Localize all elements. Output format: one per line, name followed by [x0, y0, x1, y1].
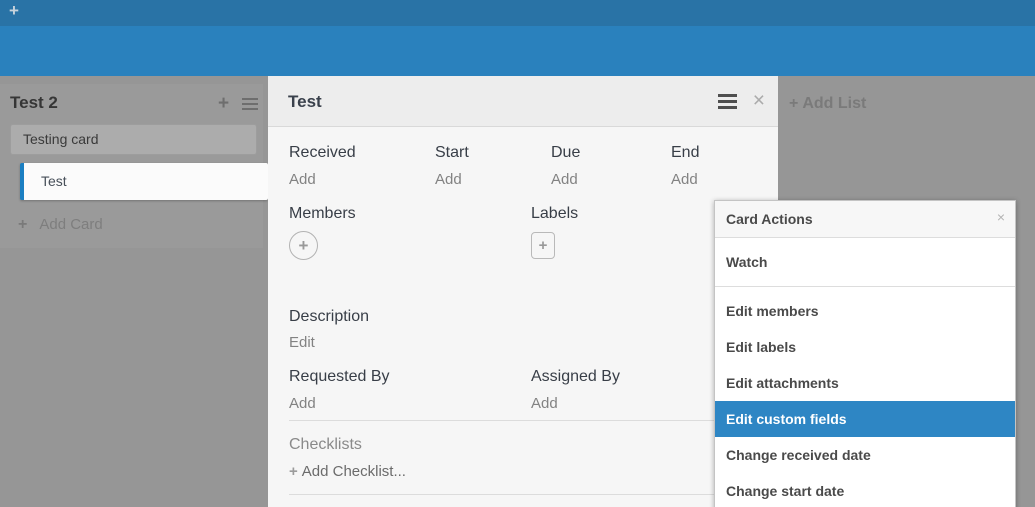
requested-by-label: Requested By	[289, 368, 531, 386]
plus-icon: +	[789, 95, 798, 112]
list-menu-icon[interactable]	[242, 98, 258, 110]
close-icon[interactable]: ×	[753, 90, 765, 112]
plus-icon: +	[289, 463, 298, 480]
menu-item-edit-labels[interactable]: Edit labels	[715, 329, 1015, 365]
description-label: Description	[289, 308, 757, 326]
date-fields-row: Received Add Start Add Due Add End Add	[289, 144, 757, 188]
card-detail-body: Received Add Start Add Due Add End Add	[268, 144, 778, 495]
checklists-label: Checklists	[289, 436, 757, 454]
end-add-link[interactable]: Add	[671, 171, 757, 188]
add-list-label: Add List	[802, 95, 866, 112]
card-actions-menu: Card Actions × Watch Edit members Edit l…	[714, 200, 1016, 507]
divider	[289, 494, 757, 495]
members-section: Members +	[289, 205, 531, 260]
card-detail-header: Test ×	[268, 76, 778, 127]
add-label-button[interactable]: +	[531, 232, 555, 259]
add-checklist-link[interactable]: +Add Checklist...	[289, 463, 757, 480]
description-edit-link[interactable]: Edit	[289, 334, 757, 351]
add-board-icon[interactable]: +	[9, 1, 19, 21]
menu-item-watch[interactable]: Watch	[715, 238, 1015, 287]
top-navigation-bar: +	[0, 0, 1035, 26]
add-card-button[interactable]: + Add Card	[18, 216, 103, 234]
close-icon[interactable]: ×	[997, 209, 1005, 225]
received-label: Received	[289, 144, 435, 162]
add-card-label: Add Card	[39, 216, 102, 233]
card-actions-title: Card Actions	[726, 201, 813, 238]
end-label: End	[671, 144, 757, 162]
start-label: Start	[435, 144, 551, 162]
list-title: Test 2	[10, 93, 58, 113]
checklists-section: Checklists +Add Checklist...	[289, 436, 757, 480]
card-test-selected[interactable]: Test	[20, 163, 268, 200]
start-add-link[interactable]: Add	[435, 171, 551, 188]
card-actions-menu-header: Card Actions ×	[715, 201, 1015, 238]
field-start: Start Add	[435, 144, 551, 188]
requested-assigned-row: Requested By Add Assigned By Add	[289, 368, 757, 412]
menu-item-edit-attachments[interactable]: Edit attachments	[715, 365, 1015, 401]
card-testing-card[interactable]: Testing card	[10, 124, 257, 155]
due-label: Due	[551, 144, 671, 162]
add-member-button[interactable]: +	[289, 231, 318, 260]
card-detail-modal: Test × Received Add Start Add Due Add	[268, 76, 778, 507]
board-area: Test 2 + Testing card Test +Add Card +Ad…	[0, 76, 1035, 507]
card-actions-menu-icon[interactable]	[718, 94, 737, 109]
add-checklist-label: Add Checklist...	[302, 463, 406, 480]
requested-by-add-link[interactable]: Add	[289, 395, 531, 412]
card-detail-title: Test	[288, 76, 322, 127]
menu-item-edit-custom-fields[interactable]: Edit custom fields	[715, 401, 1015, 437]
description-section: Description Edit	[289, 308, 757, 351]
board-header-bar	[0, 26, 1035, 76]
menu-item-edit-members[interactable]: Edit members	[715, 293, 1015, 329]
list-add-icon[interactable]: +	[218, 93, 229, 115]
menu-item-change-received-date[interactable]: Change received date	[715, 437, 1015, 473]
members-labels-row: Members + Labels +	[289, 205, 757, 260]
due-add-link[interactable]: Add	[551, 171, 671, 188]
add-list-button[interactable]: +Add List	[789, 95, 866, 113]
members-label: Members	[289, 205, 531, 223]
divider	[289, 420, 757, 421]
menu-item-change-start-date[interactable]: Change start date	[715, 473, 1015, 507]
field-due: Due Add	[551, 144, 671, 188]
requested-by-section: Requested By Add	[289, 368, 531, 412]
received-add-link[interactable]: Add	[289, 171, 435, 188]
plus-icon: +	[18, 216, 27, 233]
card-actions-list: Edit members Edit labels Edit attachment…	[715, 287, 1015, 507]
field-received: Received Add	[289, 144, 435, 188]
field-end: End Add	[671, 144, 757, 188]
